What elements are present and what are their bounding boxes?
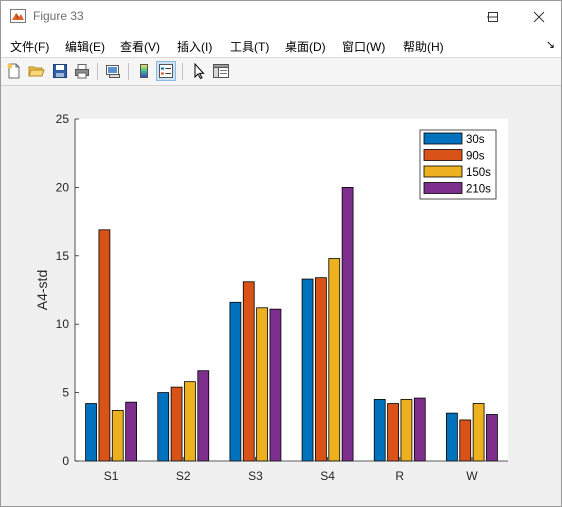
bar-210s-S3 (269, 308, 282, 462)
bar-90s-S3 (242, 281, 255, 462)
menu-desktop[interactable]: 桌面(D) (285, 38, 326, 55)
title-bar[interactable]: Figure 33 (1, 1, 561, 32)
bar-150s-R (400, 399, 413, 462)
bar-30s-R (373, 399, 386, 462)
maximize-button[interactable] (470, 1, 516, 32)
bar-150s-S4 (328, 258, 341, 462)
property-inspector-icon[interactable] (212, 62, 230, 80)
legend-swatch-210s (423, 182, 463, 194)
bar-150s-S2 (184, 381, 196, 462)
bar-210s-R (413, 397, 426, 462)
figure-window: Figure 33 文件(F) 编辑(E) 查看(V) 插入(I) 工具(T) … (0, 0, 562, 507)
bar-90s-R (387, 403, 399, 462)
legend-label-150s: 150s (466, 167, 491, 179)
pointer-icon[interactable] (190, 62, 208, 80)
bar-30s-S4 (301, 278, 314, 462)
bar-90s-S1 (98, 229, 111, 462)
save-icon[interactable] (51, 62, 69, 80)
bar-210s-S1 (125, 401, 137, 462)
bar-30s-S2 (157, 392, 170, 462)
menu-insert[interactable]: 插入(I) (177, 38, 212, 55)
close-button[interactable] (516, 1, 561, 32)
x-tick-label: S2 (176, 469, 191, 483)
menu-tools[interactable]: 工具(T) (230, 38, 269, 55)
menu-edit[interactable]: 编辑(E) (65, 38, 105, 55)
y-tick-label: 5 (62, 386, 69, 400)
x-tick-label: W (466, 469, 478, 483)
bar-210s-S2 (197, 370, 210, 462)
open-file-icon[interactable] (27, 62, 45, 80)
bar-30s-S3 (229, 301, 242, 462)
bar-chart[interactable]: 0 5 10 15 20 25 S1 S2 S3 S4 R W A4-std 30s 90s 150s 210s (1, 86, 561, 506)
y-tick-label: 15 (56, 249, 70, 263)
maximize-icon (488, 12, 498, 22)
legend-label-90s: 90s (466, 151, 485, 163)
toolbar-separator (128, 63, 129, 80)
legend-swatch-30s (423, 132, 463, 145)
toolbar-separator (97, 63, 98, 80)
dock-arrow-icon[interactable]: ↘ (546, 38, 555, 51)
y-tick-label: 25 (56, 112, 70, 126)
matlab-figure-icon (10, 9, 26, 23)
figure-toolbar (1, 57, 561, 86)
bar-90s-S2 (170, 386, 183, 462)
menu-file[interactable]: 文件(F) (10, 38, 49, 55)
bar-210s-W (486, 414, 498, 462)
bar-30s-S1 (85, 403, 97, 462)
x-tick-label: S4 (320, 469, 335, 483)
legend-swatch-90s (423, 149, 463, 161)
window-title: Figure 33 (33, 9, 84, 23)
bar-150s-S3 (256, 307, 268, 462)
legend-label-30s: 30s (466, 134, 485, 146)
bar-150s-W (472, 403, 485, 462)
menu-view[interactable]: 查看(V) (120, 38, 160, 55)
legend-icon[interactable] (156, 61, 176, 81)
legend-label-210s: 210s (466, 184, 491, 196)
menu-bar: 文件(F) 编辑(E) 查看(V) 插入(I) 工具(T) 桌面(D) 窗口(W… (1, 32, 561, 57)
link-plot-icon[interactable] (104, 62, 122, 80)
y-tick-label: 10 (56, 317, 70, 331)
x-tick-label: R (395, 469, 404, 483)
y-tick-label: 0 (62, 454, 69, 468)
colorbar-icon[interactable] (135, 62, 153, 80)
menu-help[interactable]: 帮助(H) (403, 38, 444, 55)
x-tick-label: S1 (104, 469, 119, 483)
bar-30s-W (446, 412, 458, 462)
x-tick-label: S3 (248, 469, 263, 483)
bar-210s-S4 (341, 187, 354, 462)
new-figure-icon[interactable] (5, 62, 23, 80)
print-icon[interactable] (73, 62, 91, 80)
bar-90s-W (459, 419, 472, 462)
y-tick-label: 20 (56, 180, 70, 194)
legend-swatch-150s (423, 165, 463, 178)
bar-150s-S1 (111, 409, 124, 462)
figure-canvas[interactable]: 0 5 10 15 20 25 S1 S2 S3 S4 R W A4-std 30s 90s 150s 210s (1, 86, 561, 506)
toolbar-separator (182, 63, 183, 80)
bar-90s-S4 (315, 277, 327, 462)
close-icon (533, 11, 545, 23)
y-axis-label: A4-std (34, 270, 50, 310)
menu-window[interactable]: 窗口(W) (342, 38, 385, 55)
